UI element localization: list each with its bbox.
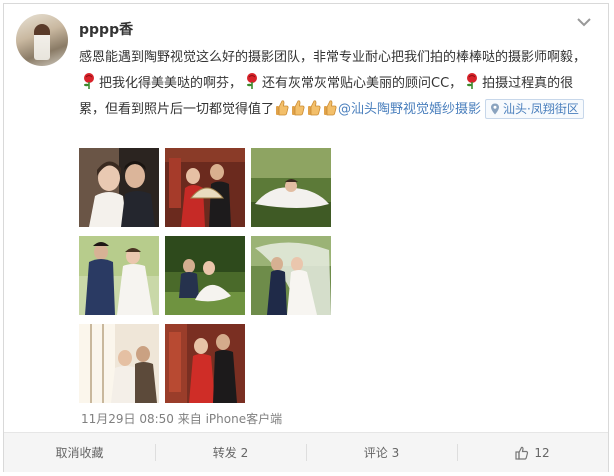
weibo-post-card: pppp香 感恩能遇到陶野视觉这么好的摄影团队，非常专业耐心把我们拍的棒棒哒的摄… [3,3,609,472]
username[interactable]: pppp香 [79,19,133,39]
location-label: 汕头·凤翔街区 [503,102,579,116]
photo-7[interactable] [79,324,159,403]
photo-3[interactable] [251,148,331,227]
thumbs-up-emoji-icon [292,100,305,116]
photo-6[interactable] [251,236,331,315]
repost-button[interactable]: 转发 2 [155,433,306,472]
photo-2[interactable] [165,148,245,227]
photo-grid [79,148,339,404]
thumbs-up-emoji-icon [276,100,289,116]
avatar[interactable] [16,14,68,66]
post-text: 感恩能遇到陶野视觉这么好的摄影团队，非常专业耐心把我们拍的棒棒哒的摄影师啊毅， 把… [79,45,599,123]
photo-8[interactable] [165,324,245,403]
post-text-segment: 感恩能遇到陶野视觉这么好的摄影团队，非常专业耐心把我们拍的棒棒哒的摄影师啊毅， [79,50,587,65]
comment-label: 评论 3 [363,446,400,460]
unfavorite-label: 取消收藏 [55,446,104,460]
chevron-down-icon[interactable] [576,16,592,28]
photo-4[interactable] [79,236,159,315]
post-text-segment: 把我化得美美哒的啊芬， [99,76,243,91]
thumbs-up-emoji-icon [324,100,337,116]
repost-label: 转发 2 [212,446,249,460]
mention-link[interactable]: @汕头陶野视觉婚纱摄影 [338,102,481,117]
like-button[interactable]: 12 [457,433,608,472]
photo-5[interactable] [165,236,245,315]
post-text-segment: 还有灰常灰常贴心美丽的顾问CC， [262,76,463,91]
rose-emoji-icon [84,73,94,89]
post-timestamp[interactable]: 11月29日 08:50 来自 iPhone客户端 [81,410,282,427]
action-bar: 取消收藏 转发 2 评论 3 12 [4,433,608,472]
comment-button[interactable]: 评论 3 [306,433,457,472]
thumbs-up-emoji-icon [308,100,321,116]
rose-emoji-icon [467,73,478,89]
like-count: 12 [534,445,550,460]
rose-emoji-icon [247,73,258,89]
location-tag[interactable]: 汕头·凤翔街区 [485,99,584,119]
unfavorite-button[interactable]: 取消收藏 [4,433,155,472]
location-pin-icon [491,103,500,115]
avatar-figure [34,24,50,60]
photo-1[interactable] [79,148,159,227]
thumbs-up-icon [515,446,529,460]
